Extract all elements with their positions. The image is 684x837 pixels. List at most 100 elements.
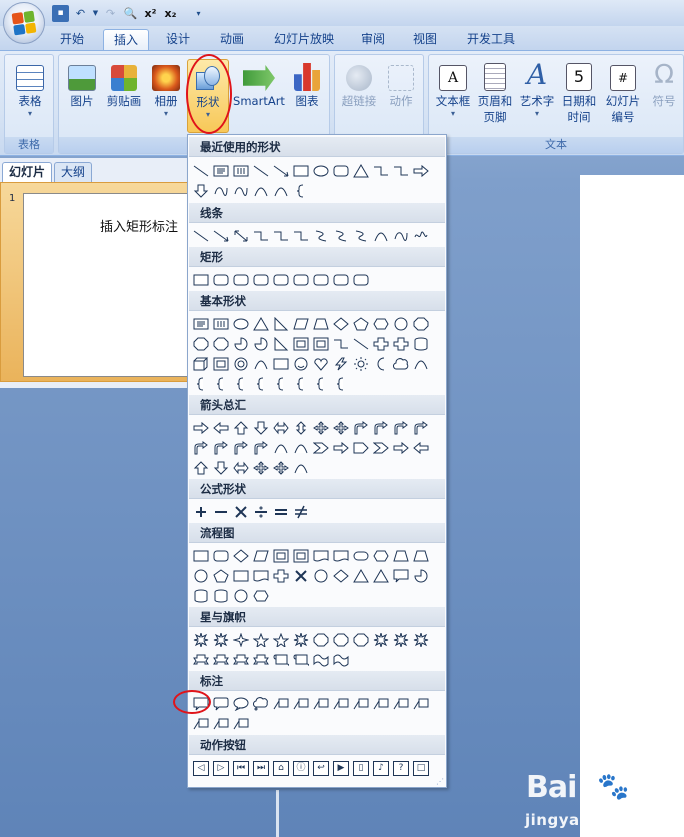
- callout-shape-callline-icon[interactable]: [411, 694, 431, 714]
- redo-icon[interactable]: ↷: [102, 5, 119, 22]
- basic-shape-cross-icon[interactable]: [371, 334, 391, 354]
- chart-button[interactable]: 图表: [289, 59, 325, 109]
- tab-developer[interactable]: 开发工具: [460, 29, 522, 51]
- arrow-shape-ar_4-icon[interactable]: [251, 458, 271, 478]
- basic-shape-sun-icon[interactable]: [351, 354, 371, 374]
- undo-dropdown-icon[interactable]: ▼: [92, 5, 99, 22]
- lines-shape-elbow-icon[interactable]: [251, 226, 271, 246]
- recent-shape-tri-icon[interactable]: [351, 161, 371, 181]
- eq-shape-times-icon[interactable]: [231, 502, 251, 522]
- basic-shape-brace-icon[interactable]: [231, 374, 251, 394]
- callout-shape-callline-icon[interactable]: [271, 694, 291, 714]
- smartart-button[interactable]: SmartArt: [231, 59, 287, 109]
- basic-shape-vtext-icon[interactable]: [211, 314, 231, 334]
- callout-shape-callline-icon[interactable]: [311, 694, 331, 714]
- flow-shape-diam-icon[interactable]: [331, 566, 351, 586]
- lines-shape-scurve-icon[interactable]: [311, 226, 331, 246]
- tab-slideshow[interactable]: 幻灯片放映: [266, 29, 342, 51]
- lines-shape-line-icon[interactable]: [191, 226, 211, 246]
- callout-shape-callov-icon[interactable]: [231, 694, 251, 714]
- star-shape-ribbon-icon[interactable]: [251, 650, 271, 670]
- flow-shape-cross-icon[interactable]: [271, 566, 291, 586]
- star-shape-wave-icon[interactable]: [311, 650, 331, 670]
- lines-shape-arrowl-icon[interactable]: [211, 226, 231, 246]
- action-shape-btn-icon[interactable]: ⏭: [251, 758, 271, 778]
- star-shape-oct-icon[interactable]: [311, 630, 331, 650]
- flow-shape-pie-icon[interactable]: [411, 566, 431, 586]
- arrow-shape-ar_l-icon[interactable]: [411, 438, 431, 458]
- superscript-icon[interactable]: x²: [142, 5, 159, 22]
- arrow-shape-ar_u-icon[interactable]: [191, 458, 211, 478]
- action-shape-btn-icon[interactable]: □: [411, 758, 431, 778]
- hyperlink-button[interactable]: 超链接: [339, 59, 379, 109]
- flow-shape-cyl-icon[interactable]: [191, 586, 211, 606]
- basic-shape-oct-icon[interactable]: [411, 314, 431, 334]
- slide-canvas[interactable]: [580, 175, 684, 837]
- rect-shape-rrect-icon[interactable]: [251, 270, 271, 290]
- flow-shape-circ-icon[interactable]: [231, 586, 251, 606]
- arrow-shape-curve-icon[interactable]: [291, 458, 311, 478]
- flow-shape-doc-icon[interactable]: [251, 566, 271, 586]
- star-shape-oct-icon[interactable]: [331, 630, 351, 650]
- flow-shape-terminator-icon[interactable]: [351, 546, 371, 566]
- basic-shape-curve-icon[interactable]: [411, 354, 431, 374]
- basic-shape-cyl-icon[interactable]: [411, 334, 431, 354]
- rect-shape-rect-icon[interactable]: [191, 270, 211, 290]
- basic-shape-textbox-icon[interactable]: [191, 314, 211, 334]
- rect-shape-rrect-icon[interactable]: [211, 270, 231, 290]
- lines-shape-scribble-icon[interactable]: [411, 226, 431, 246]
- star-shape-burst-icon[interactable]: [371, 630, 391, 650]
- arrow-shape-ar_bent-icon[interactable]: [211, 438, 231, 458]
- recent-shape-curve-icon[interactable]: [271, 181, 291, 201]
- basic-shape-cloud-icon[interactable]: [391, 354, 411, 374]
- callout-shape-callline-icon[interactable]: [371, 694, 391, 714]
- flow-shape-rect-icon[interactable]: [191, 546, 211, 566]
- basic-shape-moon-icon[interactable]: [371, 354, 391, 374]
- tab-design[interactable]: 设计: [158, 29, 198, 51]
- basic-shape-pent-icon[interactable]: [351, 314, 371, 334]
- rect-shape-rrect-icon[interactable]: [311, 270, 331, 290]
- star-shape-burst-icon[interactable]: [211, 630, 231, 650]
- flow-shape-hex-icon[interactable]: [251, 586, 271, 606]
- recent-shape-vtext-icon[interactable]: [231, 161, 251, 181]
- basic-shape-rtri-icon[interactable]: [271, 334, 291, 354]
- flow-shape-times-icon[interactable]: [291, 566, 311, 586]
- arrow-shape-ar_chev-icon[interactable]: [371, 438, 391, 458]
- flow-shape-pent-icon[interactable]: [211, 566, 231, 586]
- undo-icon[interactable]: ↶: [72, 5, 89, 22]
- recent-shape-curve-icon[interactable]: [251, 181, 271, 201]
- recent-shape-brace-icon[interactable]: [291, 181, 311, 201]
- arrow-shape-ar_r-icon[interactable]: [391, 438, 411, 458]
- recent-shape-textbox-icon[interactable]: [211, 161, 231, 181]
- basic-shape-diam-icon[interactable]: [331, 314, 351, 334]
- flow-shape-frame-icon[interactable]: [271, 546, 291, 566]
- star-shape-burst-icon[interactable]: [191, 630, 211, 650]
- lines-shape-curve-icon[interactable]: [371, 226, 391, 246]
- basic-shape-brace-icon[interactable]: [251, 374, 271, 394]
- basic-shape-brace-icon[interactable]: [191, 374, 211, 394]
- callout-shape-callround-icon[interactable]: [211, 694, 231, 714]
- basic-shape-line-icon[interactable]: [351, 334, 371, 354]
- header-footer-button[interactable]: 页眉和 页脚: [475, 59, 515, 125]
- flow-shape-rect-icon[interactable]: [231, 566, 251, 586]
- eq-shape-div-icon[interactable]: [251, 502, 271, 522]
- callout-shape-callline-icon[interactable]: [191, 714, 211, 734]
- arrow-shape-curve-icon[interactable]: [271, 438, 291, 458]
- rect-shape-rrect-icon[interactable]: [231, 270, 251, 290]
- star-shape-star4-icon[interactable]: [231, 630, 251, 650]
- flow-shape-doc-icon[interactable]: [311, 546, 331, 566]
- basic-shape-brace-icon[interactable]: [211, 374, 231, 394]
- flow-shape-trap-icon[interactable]: [411, 546, 431, 566]
- action-shape-btn-icon[interactable]: ▯: [351, 758, 371, 778]
- rect-shape-rrect-icon[interactable]: [271, 270, 291, 290]
- callout-shape-callline-icon[interactable]: [391, 694, 411, 714]
- callout-shape-callline-icon[interactable]: [351, 694, 371, 714]
- tab-outline[interactable]: 大纲: [54, 162, 93, 182]
- arrow-shape-ar_l-icon[interactable]: [211, 418, 231, 438]
- eq-shape-plus-icon[interactable]: [191, 502, 211, 522]
- callout-shape-callline-icon[interactable]: [211, 714, 231, 734]
- arrow-shape-ar_4-icon[interactable]: [311, 418, 331, 438]
- action-shape-btn-icon[interactable]: ▷: [211, 758, 231, 778]
- flow-shape-frame-icon[interactable]: [291, 546, 311, 566]
- office-button[interactable]: [3, 2, 45, 44]
